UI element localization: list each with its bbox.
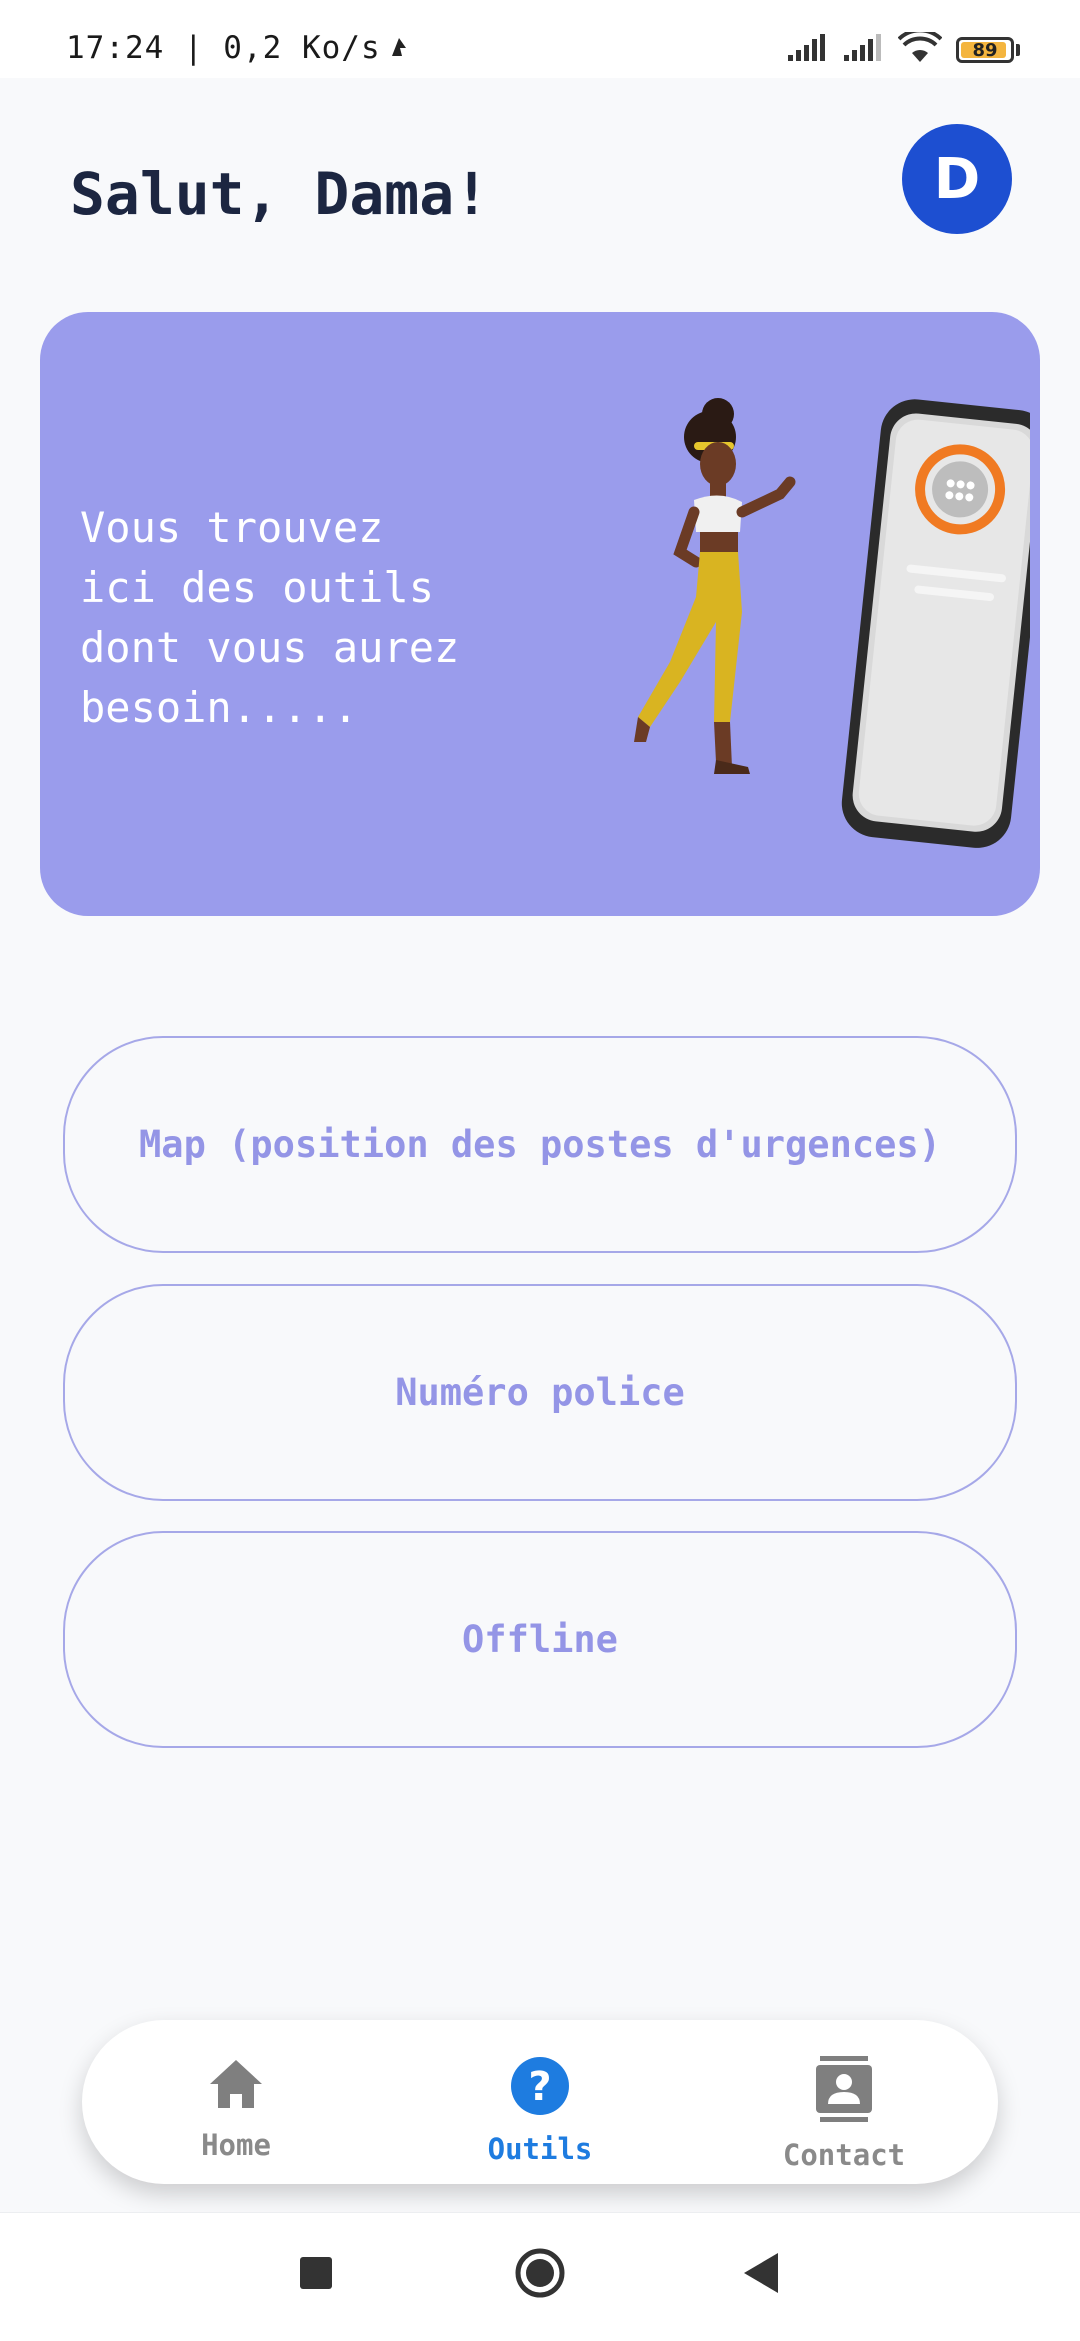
back-button[interactable] <box>744 2253 778 2297</box>
battery-icon: 89 <box>956 37 1014 63</box>
system-nav-bar <box>0 2212 1080 2341</box>
nav-contact-label: Contact <box>782 2138 906 2172</box>
intro-banner: Vous trouvez ici des outils dont vous au… <box>40 312 1040 916</box>
svg-text:?: ? <box>528 2064 551 2110</box>
status-time-speed: 17:24 | 0,2 Ko/s <box>66 30 381 66</box>
greeting-title: Salut, Dama! <box>70 160 490 228</box>
home-button[interactable] <box>514 2247 566 2303</box>
nav-home-label: Home <box>201 2128 271 2162</box>
avatar[interactable]: D <box>902 124 1012 234</box>
bottom-nav: Home ? Outils Contact <box>82 2020 998 2184</box>
nav-contact[interactable]: Contact <box>744 2056 944 2172</box>
police-number-button[interactable]: Numéro police <box>63 1284 1017 1501</box>
signal-icon <box>786 33 828 67</box>
nav-outils-label: Outils <box>487 2132 593 2166</box>
recent-apps-button[interactable] <box>300 2257 332 2293</box>
map-emergency-posts-button[interactable]: Map (position des postes d'urgences) <box>63 1036 1017 1253</box>
battery-level: 89 <box>972 39 998 61</box>
nav-home[interactable]: Home <box>136 2056 336 2162</box>
status-bar: 17:24 | 0,2 Ko/s 89 <box>0 0 1080 78</box>
home-icon <box>206 2056 266 2116</box>
contact-icon <box>814 2056 874 2126</box>
banner-text: Vous trouvez ici des outils dont vous au… <box>80 503 460 732</box>
wifi-icon <box>897 28 943 68</box>
help-icon: ? <box>510 2056 570 2120</box>
notification-icon <box>388 34 410 64</box>
avatar-initial: D <box>933 146 981 212</box>
woman-phone-illustration <box>634 398 1030 848</box>
nav-outils[interactable]: ? Outils <box>440 2056 640 2166</box>
offline-button[interactable]: Offline <box>63 1531 1017 1748</box>
signal-icon-2 <box>842 33 884 67</box>
status-icons: 89 <box>786 28 1020 70</box>
